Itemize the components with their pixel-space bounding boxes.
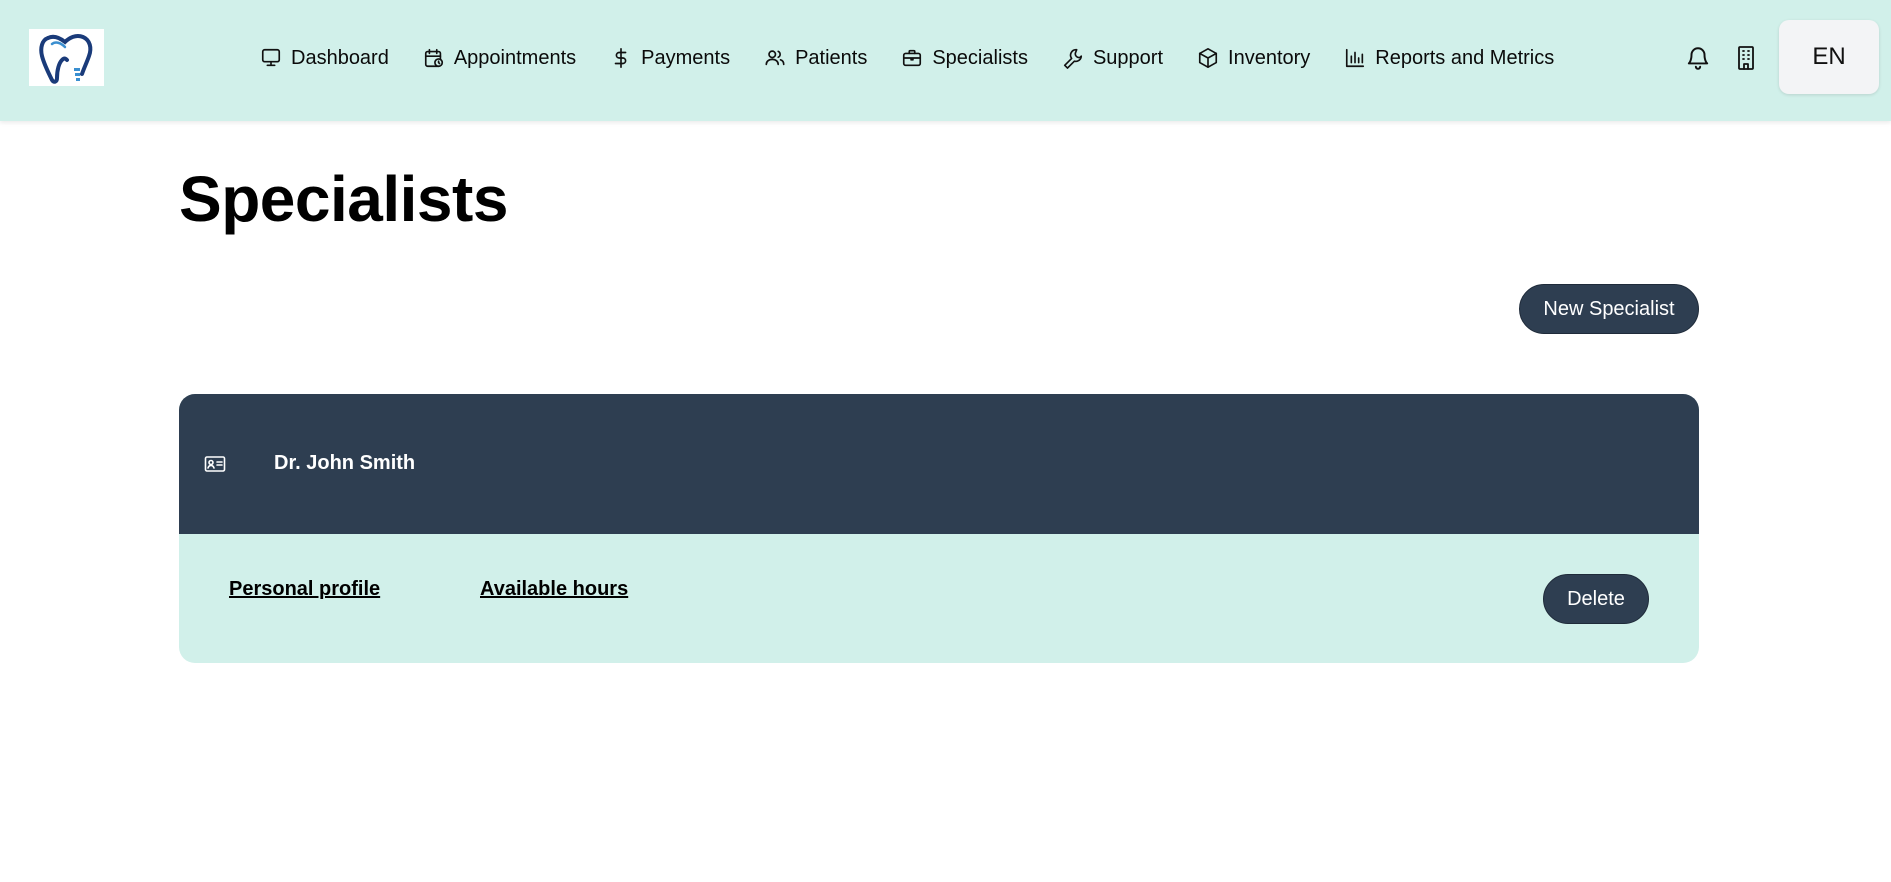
specialist-card-header: Dr. John Smith	[179, 394, 1699, 534]
box-icon	[1197, 47, 1219, 69]
building-icon[interactable]	[1734, 45, 1758, 71]
personal-profile-link[interactable]: Personal profile	[229, 578, 380, 601]
bar-chart-icon	[1344, 47, 1366, 69]
nav-label: Appointments	[453, 46, 577, 69]
nav-item-dashboard[interactable]: Dashboard	[260, 47, 389, 70]
dollar-icon	[610, 47, 632, 69]
language-switcher[interactable]: EN	[1779, 20, 1879, 94]
specialist-name: Dr. John Smith	[274, 452, 416, 474]
nav-item-support[interactable]: Support	[1062, 47, 1163, 70]
wrench-icon	[1062, 47, 1084, 69]
delete-button[interactable]: Delete	[1543, 574, 1649, 624]
nav-label: Reports and Metrics	[1375, 46, 1555, 69]
nav-label: Dashboard	[291, 46, 389, 69]
nav-label: Inventory	[1228, 46, 1311, 69]
tooth-logo[interactable]	[29, 29, 104, 86]
specialist-card: Dr. John Smith Personal profile Availabl…	[179, 394, 1699, 663]
nav-item-inventory[interactable]: Inventory	[1197, 47, 1310, 70]
id-card-icon	[204, 454, 226, 474]
nav-label: Payments	[641, 46, 731, 69]
nav-label: Specialists	[932, 46, 1028, 69]
bell-icon[interactable]	[1685, 45, 1711, 71]
main-nav: Dashboard Appointments Payments Patients…	[260, 0, 1554, 116]
nav-item-patients[interactable]: Patients	[764, 47, 867, 70]
users-icon	[764, 47, 786, 69]
calendar-clock-icon	[423, 47, 445, 69]
top-navigation-bar: Dashboard Appointments Payments Patients…	[0, 0, 1891, 121]
nav-item-specialists[interactable]: Specialists	[901, 47, 1028, 70]
available-hours-link[interactable]: Available hours	[480, 578, 628, 601]
monitor-icon	[260, 47, 282, 69]
nav-item-reports[interactable]: Reports and Metrics	[1344, 47, 1554, 70]
new-specialist-button[interactable]: New Specialist	[1519, 284, 1699, 334]
nav-item-appointments[interactable]: Appointments	[423, 47, 576, 70]
nav-label: Support	[1092, 46, 1164, 69]
briefcase-icon	[901, 47, 923, 69]
page-title: Specialists	[179, 163, 508, 235]
nav-item-payments[interactable]: Payments	[610, 47, 730, 70]
nav-label: Patients	[795, 46, 868, 69]
